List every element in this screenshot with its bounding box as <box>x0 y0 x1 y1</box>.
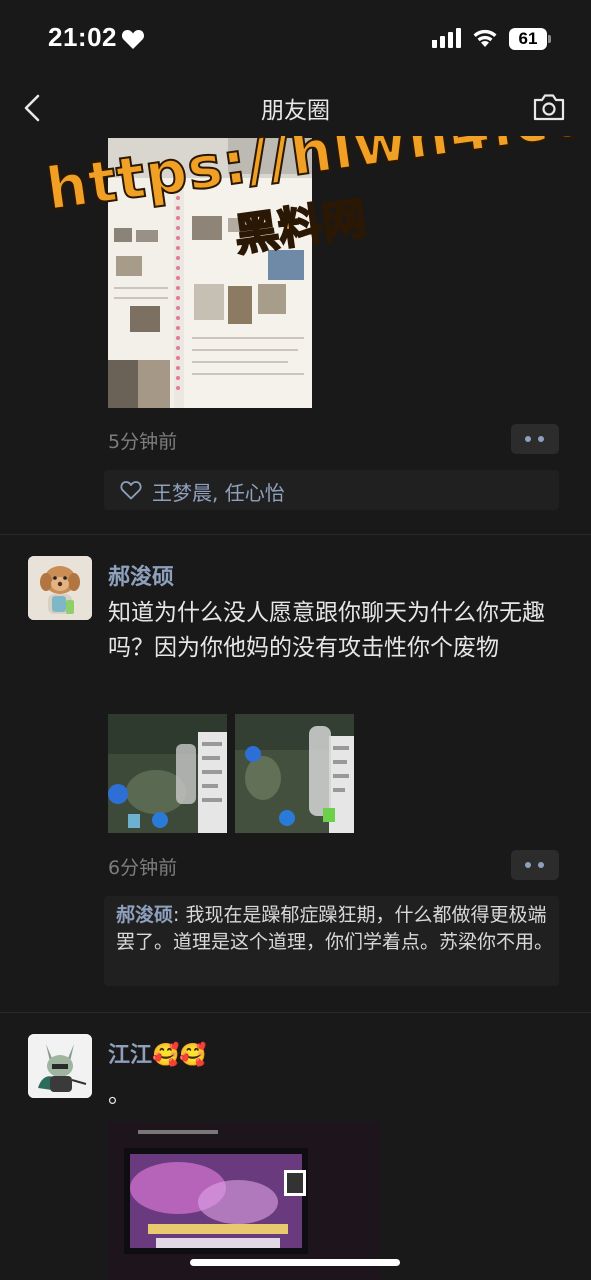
home-indicator[interactable] <box>190 1259 400 1266</box>
status-bar: 21:02 61 <box>0 0 591 80</box>
post-video[interactable] <box>108 1122 380 1280</box>
post-time: 5分钟前 <box>108 431 178 453</box>
battery-icon: 61 <box>509 28 551 50</box>
likes-box: 王梦晨, 任心怡 <box>104 470 559 510</box>
comments-box: 郝浚硕: 我现在是躁郁症躁狂期，什么都做得更极端罢了。道理是这个道理，你们学着点… <box>104 896 559 986</box>
status-time: 21:02 <box>48 22 117 52</box>
page-title: 朋友圈 <box>261 98 330 124</box>
moments-feed[interactable]: 5分钟前 王梦晨, 任心怡 郝浚硕 知道为什么没人愿意跟你聊天为什么你无趣吗？因… <box>0 136 591 1280</box>
post-photo-game-2[interactable] <box>235 714 354 833</box>
divider <box>0 534 591 535</box>
camera-icon[interactable] <box>532 92 566 122</box>
comment-username[interactable]: 郝浚硕 <box>116 904 173 926</box>
heart-outline-icon <box>120 481 142 500</box>
more-button[interactable] <box>511 424 559 454</box>
avatar[interactable] <box>28 1034 92 1098</box>
post-text: 知道为什么没人愿意跟你聊天为什么你无趣吗？因为你他妈的没有攻击性你个废物 <box>108 600 545 661</box>
signal-icon <box>432 28 461 48</box>
divider <box>0 1012 591 1013</box>
wifi-icon <box>473 29 497 47</box>
post-text: 。 <box>108 1082 131 1108</box>
battery-level: 61 <box>518 29 538 48</box>
comment[interactable]: 郝浚硕: 我现在是躁郁症躁狂期，什么都做得更极端罢了。道理是这个道理，你们学着点… <box>116 902 556 956</box>
comment-text: : 我现在是躁郁症躁狂期，什么都做得更极端罢了。道理是这个道理，你们学着点。苏梁… <box>116 904 554 953</box>
post-username[interactable]: 江江🥰🥰 <box>108 1037 207 1069</box>
likes-names[interactable]: 王梦晨, 任心怡 <box>152 477 285 506</box>
avatar[interactable] <box>28 556 92 620</box>
heart-icon <box>121 30 145 49</box>
post-time: 6分钟前 <box>108 857 178 879</box>
more-button[interactable] <box>511 850 559 880</box>
post-username[interactable]: 郝浚硕 <box>108 559 174 591</box>
post-photo-game-1[interactable] <box>108 714 227 833</box>
nav-bar: 朋友圈 <box>0 80 591 136</box>
